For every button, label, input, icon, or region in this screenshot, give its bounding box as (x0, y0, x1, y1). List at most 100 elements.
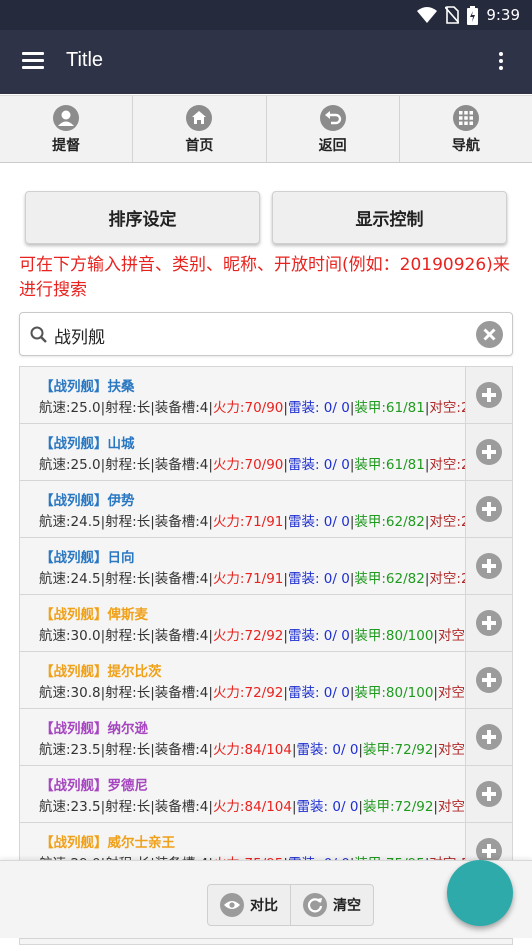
ship-base-stats: 航速:30.0|射程:长|装备槽:4| (39, 628, 213, 644)
ship-torpedo: 雷装: 0/ 0 (287, 628, 350, 644)
add-to-compare-button[interactable] (465, 481, 512, 537)
ship-stats: 航速:30.8|射程:长|装备槽:4|火力:72/92|雷装: 0/ 0|装甲:… (39, 681, 467, 701)
ship-name: 【战列舰】山城 (40, 436, 135, 452)
no-sim-icon (445, 6, 460, 24)
plus-icon (476, 667, 502, 693)
nav-label: 提督 (52, 138, 81, 154)
add-to-compare-button[interactable] (465, 766, 512, 822)
ship-base-stats: 航速:30.8|射程:长|装备槽:4| (39, 685, 213, 701)
app-title: Title (66, 49, 104, 71)
ship-firepower: 火力:71/91 (212, 571, 284, 587)
plus-icon (476, 439, 502, 465)
clear-all-button[interactable]: 清空 (291, 885, 373, 925)
ship-anti-air: 对空:22 (429, 571, 467, 587)
add-to-compare-button[interactable] (465, 595, 512, 651)
status-time: 9:39 (486, 6, 520, 24)
list-item[interactable]: 【战列舰】伊势 航速:24.5|射程:长|装备槽:4|火力:71/91|雷装: 0… (20, 481, 512, 538)
nav-home[interactable]: 首页 (133, 96, 267, 162)
ship-stats: 航速:24.5|射程:长|装备槽:4|火力:71/91|雷装: 0/ 0|装甲:… (39, 510, 467, 530)
add-to-compare-button[interactable] (465, 367, 512, 423)
sort-settings-button[interactable]: 排序设定 (25, 191, 260, 244)
ship-armor: 装甲:80/100 (354, 628, 434, 644)
ship-list: 【战列舰】扶桑 航速:25.0|射程:长|装备槽:4|火力:70/90|雷装: 0… (19, 366, 513, 945)
add-to-compare-button[interactable] (465, 424, 512, 480)
menu-icon[interactable] (22, 52, 44, 70)
ship-torpedo: 雷装: 0/ 0 (287, 685, 350, 701)
ship-anti-air: 对空:22 (429, 514, 467, 530)
ship-torpedo: 雷装: 0/ 0 (287, 514, 350, 530)
ship-firepower: 火力:72/92 (212, 685, 284, 701)
ship-firepower: 火力:70/90 (212, 400, 284, 416)
ship-base-stats: 航速:24.5|射程:长|装备槽:4| (39, 514, 213, 530)
list-item[interactable]: 【战列舰】山城 航速:25.0|射程:长|装备槽:4|火力:70/90|雷装: 0… (20, 424, 512, 481)
ship-torpedo: 雷装: 0/ 0 (296, 799, 359, 815)
list-item[interactable]: 【战列舰】日向 航速:24.5|射程:长|装备槽:4|火力:71/91|雷装: 0… (20, 538, 512, 595)
ship-armor: 装甲:62/82 (354, 571, 425, 587)
wifi-icon (417, 7, 438, 23)
plus-icon (476, 610, 502, 636)
nav-label: 首页 (185, 138, 214, 154)
ship-anti-air: 对空:2 (437, 628, 467, 644)
ship-firepower: 火力:71/91 (212, 514, 284, 530)
ship-torpedo: 雷装: 0/ 0 (287, 571, 350, 587)
list-item[interactable]: 【战列舰】罗德尼 航速:23.5|射程:长|装备槽:4|火力:84/104|雷装:… (20, 766, 512, 823)
nav-back[interactable]: 返回 (267, 96, 400, 162)
ship-base-stats: 航速:23.5|射程:长|装备槽:4| (39, 799, 213, 815)
list-item[interactable]: 【战列舰】提尔比茨 航速:30.8|射程:长|装备槽:4|火力:72/92|雷装:… (20, 652, 512, 709)
ship-firepower: 火力:70/90 (212, 457, 284, 473)
list-item[interactable]: 【战列舰】俾斯麦 航速:30.0|射程:长|装备槽:4|火力:72/92|雷装: … (20, 595, 512, 652)
refresh-icon (303, 893, 327, 917)
search-box[interactable]: 战列舰 (19, 312, 513, 356)
ship-armor: 装甲:61/81 (354, 457, 425, 473)
ship-stats: 航速:24.5|射程:长|装备槽:4|火力:71/91|雷装: 0/ 0|装甲:… (39, 567, 467, 587)
ship-firepower: 火力:84/104 (212, 742, 292, 758)
bottom-button-group: 对比 清空 (207, 884, 374, 926)
add-to-compare-button[interactable] (465, 538, 512, 594)
person-icon (53, 105, 80, 131)
nav-admiral[interactable]: 提督 (0, 96, 134, 162)
plus-icon (476, 382, 502, 408)
nav-navigation[interactable]: 导航 (400, 96, 532, 162)
compare-button[interactable]: 对比 (208, 885, 291, 925)
eye-icon (220, 893, 244, 917)
ship-stats: 航速:25.0|射程:长|装备槽:4|火力:70/90|雷装: 0/ 0|装甲:… (39, 396, 467, 416)
ship-base-stats: 航速:24.5|射程:长|装备槽:4| (39, 571, 213, 587)
search-hint: 可在下方输入拼音、类别、昵称、开放时间(例如：20190926)来进行搜索 (19, 255, 510, 300)
more-vert-icon[interactable] (498, 52, 504, 72)
search-input[interactable]: 战列舰 (54, 323, 105, 348)
status-bar: 9:39 (0, 0, 532, 30)
plus-icon (476, 724, 502, 750)
add-to-compare-button[interactable] (465, 652, 512, 708)
ship-torpedo: 雷装: 0/ 0 (296, 742, 359, 758)
top-nav: 提督 首页 返回 导航 (0, 95, 532, 163)
ship-firepower: 火力:72/92 (212, 628, 284, 644)
plus-icon (476, 496, 502, 522)
ship-name: 【战列舰】纳尔逊 (40, 721, 148, 737)
compare-label: 对比 (250, 898, 278, 914)
ship-base-stats: 航速:25.0|射程:长|装备槽:4| (39, 400, 213, 416)
ship-name: 【战列舰】罗德尼 (40, 778, 148, 794)
ship-armor: 装甲:61/81 (354, 400, 425, 416)
ship-torpedo: 雷装: 0/ 0 (287, 457, 350, 473)
grid-icon (452, 105, 479, 131)
ship-firepower: 火力:84/104 (212, 799, 292, 815)
list-item[interactable]: 【战列舰】扶桑 航速:25.0|射程:长|装备槽:4|火力:70/90|雷装: 0… (20, 367, 512, 424)
ship-armor: 装甲:62/82 (354, 514, 425, 530)
ship-base-stats: 航速:23.5|射程:长|装备槽:4| (39, 742, 213, 758)
ship-anti-air: 对空:2 (437, 685, 467, 701)
ship-anti-air: 对空:20 (429, 400, 467, 416)
floating-action-button[interactable] (447, 860, 513, 926)
clear-icon[interactable] (476, 321, 503, 348)
display-control-button[interactable]: 显示控制 (272, 191, 507, 244)
list-item[interactable]: 【战列舰】纳尔逊 航速:23.5|射程:长|装备槽:4|火力:84/104|雷装:… (20, 709, 512, 766)
ship-name: 【战列舰】威尔士亲王 (40, 835, 175, 851)
plus-icon (476, 781, 502, 807)
ship-name: 【战列舰】日向 (40, 550, 135, 566)
app-bar: Title (0, 30, 532, 94)
ship-stats: 航速:25.0|射程:长|装备槽:4|火力:70/90|雷装: 0/ 0|装甲:… (39, 453, 467, 473)
add-to-compare-button[interactable] (465, 709, 512, 765)
ship-torpedo: 雷装: 0/ 0 (287, 400, 350, 416)
ship-name: 【战列舰】提尔比茨 (40, 664, 162, 680)
ship-armor: 装甲:72/92 (362, 742, 434, 758)
ship-name: 【战列舰】俾斯麦 (40, 607, 148, 623)
